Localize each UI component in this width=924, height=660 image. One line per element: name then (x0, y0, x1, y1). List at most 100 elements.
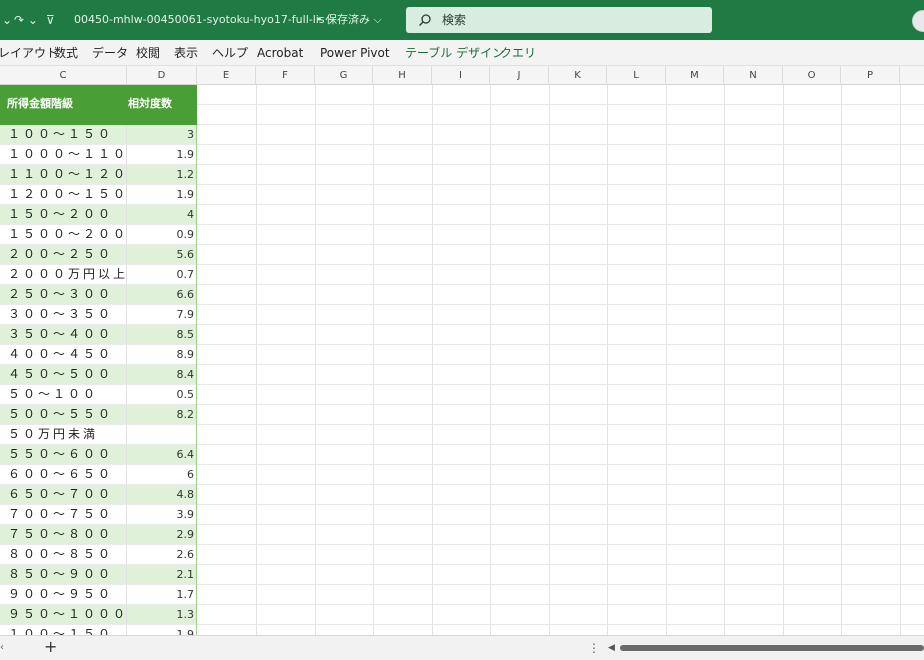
cell-income-class[interactable]: ８００～８５０ (0, 545, 127, 564)
cell-income-class[interactable]: １２００～１５００ (0, 185, 127, 204)
cell-relative-frequency[interactable]: 4 (127, 205, 197, 224)
cell-income-class[interactable]: ９５０～１０００ (0, 605, 127, 624)
more-options-icon[interactable]: ⋮ (588, 636, 600, 660)
cell-relative-frequency[interactable]: 2.9 (127, 525, 197, 544)
cell-income-class[interactable]: ２００～２５０ (0, 245, 127, 264)
cell-relative-frequency[interactable]: 0.9 (127, 225, 197, 244)
customize-toolbar-icon[interactable]: ⊽ (46, 0, 55, 40)
cell-relative-frequency[interactable]: 8.2 (127, 405, 197, 424)
cell-relative-frequency[interactable]: 2.6 (127, 545, 197, 564)
cell-relative-frequency[interactable]: 0.7 (127, 265, 197, 284)
table-row: １５００～２０００0.9 (0, 225, 197, 245)
column-header-j[interactable]: J (490, 66, 549, 85)
column-header-l[interactable]: L (607, 66, 666, 85)
cell-relative-frequency[interactable]: 0.5 (127, 385, 197, 404)
cell-income-class[interactable]: １１００～１２００ (0, 165, 127, 184)
cell-income-class[interactable]: １００～１５０ (0, 125, 127, 144)
tab-review[interactable]: 校閲 (136, 40, 160, 66)
column-header-n[interactable]: N (724, 66, 783, 85)
header-income-class[interactable]: 所得金額階級 (7, 85, 73, 125)
tab-data[interactable]: データ (92, 40, 128, 66)
cell-relative-frequency[interactable]: 1.2 (127, 165, 197, 184)
cell-income-class[interactable]: ６００～６５０ (0, 465, 127, 484)
cell-income-class[interactable]: ５０万円未満 (0, 425, 127, 444)
sheet-nav-left-icon[interactable]: ‹ (0, 636, 4, 660)
cell-income-class[interactable]: １００～１５０ (0, 625, 127, 635)
save-status[interactable]: • 保存済み ⌵ (316, 0, 382, 40)
column-header-e[interactable]: E (197, 66, 256, 85)
cell-relative-frequency[interactable]: 4.8 (127, 485, 197, 504)
column-header-c[interactable]: C (0, 66, 127, 85)
cell-income-class[interactable]: １５００～２０００ (0, 225, 127, 244)
cell-income-class[interactable]: ５００～５５０ (0, 405, 127, 424)
column-header-m[interactable]: M (666, 66, 724, 85)
cell-relative-frequency[interactable]: 8.5 (127, 325, 197, 344)
avatar[interactable] (912, 10, 924, 32)
cell-income-class[interactable]: ２５０～３００ (0, 285, 127, 304)
cell-relative-frequency[interactable]: 7.9 (127, 305, 197, 324)
tab-query[interactable]: クエリ (500, 40, 536, 66)
cell-relative-frequency[interactable]: 1.9 (127, 185, 197, 204)
table-row: ２００～２５０ 5.6 (0, 245, 197, 265)
header-relative-frequency[interactable]: 相対度数 (128, 85, 172, 125)
table-row: １２００～１５００1.9 (0, 185, 197, 205)
tab-help[interactable]: ヘルプ (212, 40, 248, 66)
cell-relative-frequency[interactable]: 5.6 (127, 245, 197, 264)
cell-income-class[interactable]: ７００～７５０ (0, 505, 127, 524)
cell-income-class[interactable]: ４５０～５００ (0, 365, 127, 384)
cell-income-class[interactable]: １５０～２００ (0, 205, 127, 224)
ribbon-menu: レイアウト 数式 データ 校閲 表示 ヘルプ Acrobat Power Piv… (0, 40, 924, 66)
cell-income-class[interactable]: ４００～４５０ (0, 345, 127, 364)
column-header-h[interactable]: H (373, 66, 432, 85)
tab-view[interactable]: 表示 (174, 40, 198, 66)
cell-income-class[interactable]: ５５０～６００ (0, 445, 127, 464)
table-row: ５００～５５０ 8.2 (0, 405, 197, 425)
table-row: ５０万円未満 (0, 425, 197, 445)
tab-formulas[interactable]: 数式 (54, 40, 78, 66)
cell-relative-frequency[interactable] (127, 425, 197, 444)
column-header-p[interactable]: P (841, 66, 900, 85)
undo-dropdown-icon[interactable]: ⌄ (2, 0, 12, 40)
cell-income-class[interactable]: ６５０～７００ (0, 485, 127, 504)
table-row: ８５０～９００ 2.1 (0, 565, 197, 585)
cell-income-class[interactable]: ８５０～９００ (0, 565, 127, 584)
cell-relative-frequency[interactable]: 3 (127, 125, 197, 144)
tab-acrobat[interactable]: Acrobat (257, 40, 303, 66)
tab-power-pivot[interactable]: Power Pivot (320, 40, 390, 66)
redo-icon[interactable]: ↷ ⌄ (14, 0, 38, 40)
cell-relative-frequency[interactable]: 6.6 (127, 285, 197, 304)
file-name[interactable]: 00450-mhlw-00450061-syotoku-hyo17-full-l… (74, 0, 335, 40)
cell-income-class[interactable]: ５０～１００ (0, 385, 127, 404)
cell-relative-frequency[interactable]: 8.4 (127, 365, 197, 384)
cell-relative-frequency[interactable]: 1.7 (127, 585, 197, 604)
column-header-q-partial[interactable] (900, 66, 924, 85)
cell-income-class[interactable]: ７５０～８００ (0, 525, 127, 544)
cell-relative-frequency[interactable]: 1.9 (127, 145, 197, 164)
column-header-g[interactable]: G (315, 66, 373, 85)
add-sheet-button[interactable]: + (44, 636, 57, 660)
horizontal-scrollbar[interactable] (620, 645, 924, 651)
cell-income-class[interactable]: ３００～３５０ (0, 305, 127, 324)
column-header-f[interactable]: F (256, 66, 315, 85)
column-header-k[interactable]: K (549, 66, 607, 85)
search-box[interactable]: 検索 (406, 7, 712, 33)
cell-income-class[interactable]: ２０００万円以上 (0, 265, 127, 284)
cell-relative-frequency[interactable]: 6.4 (127, 445, 197, 464)
scroll-left-icon[interactable]: ◀ (608, 636, 615, 660)
cell-income-class[interactable]: １０００～１１００ (0, 145, 127, 164)
tab-page-layout[interactable]: レイアウト (0, 40, 58, 66)
column-header-o[interactable]: O (783, 66, 841, 85)
cell-relative-frequency[interactable]: 8.9 (127, 345, 197, 364)
column-header-d[interactable]: D (127, 66, 197, 85)
cell-relative-frequency[interactable]: 2.1 (127, 565, 197, 584)
cell-income-class[interactable]: ９００～９５０ (0, 585, 127, 604)
cell-relative-frequency[interactable]: 1.3 (127, 605, 197, 624)
cell-relative-frequency[interactable]: 6 (127, 465, 197, 484)
worksheet-grid[interactable]: 所得金額階級 相対度数 １００～１５０3１０００～１１００1.9１１００～１２０… (0, 85, 924, 635)
column-header-i[interactable]: I (432, 66, 490, 85)
cell-relative-frequency[interactable]: 3.9 (127, 505, 197, 524)
table-row: ５０～１００ 0.5 (0, 385, 197, 405)
cell-relative-frequency[interactable]: 1.9 (127, 625, 197, 635)
tab-table-design[interactable]: テーブル デザイン (405, 40, 504, 66)
cell-income-class[interactable]: ３５０～４００ (0, 325, 127, 344)
